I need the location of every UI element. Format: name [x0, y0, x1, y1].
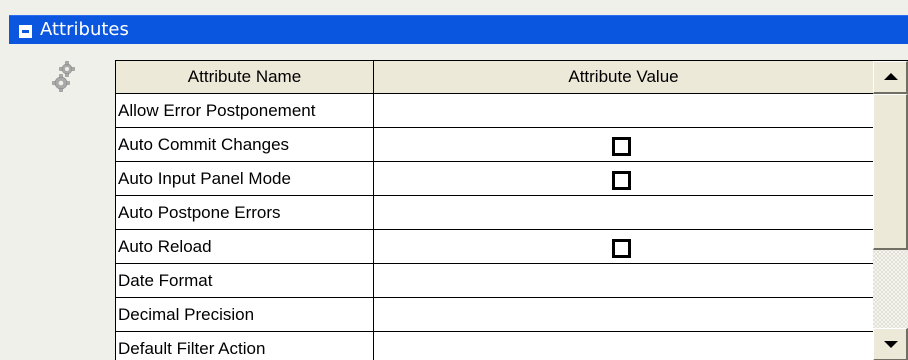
attribute-name-cell: Auto Reload	[116, 230, 374, 264]
attribute-checkbox[interactable]	[612, 171, 631, 190]
attribute-name-cell: Auto Postpone Errors	[116, 196, 374, 230]
scroll-up-button[interactable]	[873, 61, 908, 94]
vertical-scrollbar[interactable]	[873, 60, 908, 360]
table-row[interactable]: Default Filter Action	[116, 332, 873, 360]
table-row[interactable]: Date Format	[116, 264, 873, 298]
scroll-down-button[interactable]	[873, 328, 908, 360]
collapse-icon[interactable]	[19, 25, 32, 38]
table-row[interactable]: Auto Input Panel Mode	[116, 162, 873, 196]
attribute-value-cell[interactable]	[374, 264, 873, 298]
attributes-grid: Attribute Name Attribute Value Allow Err…	[115, 60, 873, 360]
table-row[interactable]: Decimal Precision	[116, 298, 873, 332]
attribute-value-cell[interactable]	[374, 94, 873, 128]
attribute-value-cell[interactable]	[374, 298, 873, 332]
attribute-value-cell[interactable]	[374, 196, 873, 230]
attribute-checkbox[interactable]	[612, 137, 631, 156]
attribute-value-cell[interactable]	[374, 162, 873, 196]
attribute-value-cell[interactable]	[374, 230, 873, 264]
attribute-value-cell[interactable]	[374, 332, 873, 360]
scrollbar-thumb[interactable]	[873, 94, 908, 250]
attribute-value-cell[interactable]	[374, 128, 873, 162]
table-row[interactable]: Allow Error Postponement	[116, 94, 873, 128]
gear-icon[interactable]	[52, 60, 78, 96]
table-row[interactable]: Auto Commit Changes	[116, 128, 873, 162]
attribute-name-cell: Allow Error Postponement	[116, 94, 374, 128]
attribute-checkbox[interactable]	[612, 239, 631, 258]
attribute-name-cell: Auto Commit Changes	[116, 128, 374, 162]
column-header-attribute-name[interactable]: Attribute Name	[116, 61, 374, 94]
arrow-up-icon	[884, 73, 898, 80]
attribute-name-cell: Default Filter Action	[116, 332, 374, 360]
attribute-name-cell: Decimal Precision	[116, 298, 374, 332]
attributes-panel: Attributes Attribute Name Attribute Valu…	[0, 0, 908, 360]
grid-header: Attribute Name Attribute Value	[116, 61, 873, 94]
section-header[interactable]: Attributes	[9, 15, 908, 44]
table-row[interactable]: Auto Postpone Errors	[116, 196, 873, 230]
section-title: Attributes	[40, 19, 129, 40]
table-row[interactable]: Auto Reload	[116, 230, 873, 264]
attribute-name-cell: Date Format	[116, 264, 374, 298]
attribute-name-cell: Auto Input Panel Mode	[116, 162, 374, 196]
arrow-down-icon	[884, 341, 898, 348]
column-header-attribute-value[interactable]: Attribute Value	[374, 61, 873, 94]
grid-rows: Allow Error Postponement Auto Commit Chan…	[116, 94, 873, 360]
